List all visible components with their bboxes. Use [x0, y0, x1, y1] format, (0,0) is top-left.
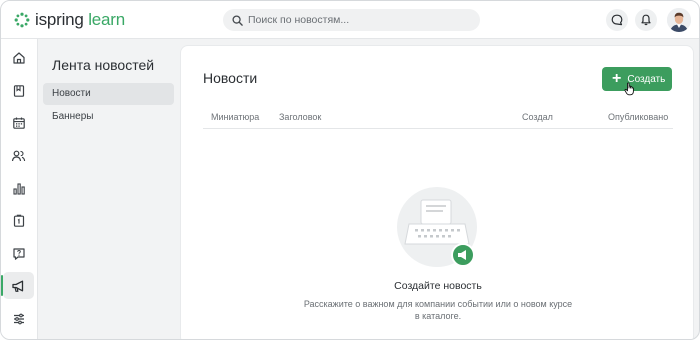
users-icon: [11, 150, 26, 161]
logo-text: ispring learn: [35, 10, 125, 30]
rail-help[interactable]: [3, 240, 34, 267]
empty-state-description: Расскажите о важном для компании событии…: [303, 299, 573, 321]
logo-text-ispring: ispring: [35, 10, 84, 29]
ispring-logo-icon: [14, 12, 30, 28]
rail-tasks[interactable]: [3, 207, 34, 234]
news-panel: Новости + Создать Миниатюра Заголовок Со…: [180, 45, 694, 339]
rail-calendar[interactable]: [3, 109, 34, 136]
icon-rail: [1, 39, 38, 339]
column-title[interactable]: Заголовок: [279, 112, 321, 122]
rail-reports[interactable]: [3, 175, 34, 202]
search-bar[interactable]: [223, 9, 480, 31]
app-window: ispring learn Поиск по новостям... Лента…: [0, 0, 700, 340]
page-title: Новости: [203, 70, 258, 86]
clipboard-icon: [13, 214, 24, 227]
hand-cursor-icon: [624, 82, 634, 96]
help-chat-icon: [12, 247, 25, 260]
column-thumbnail[interactable]: Миниатюра: [211, 112, 259, 122]
home-icon: [12, 51, 25, 64]
avatar-image: [667, 8, 691, 32]
section-sidebar: Лента новостей Новости Баннеры: [39, 39, 179, 339]
megaphone-icon: [12, 280, 24, 292]
empty-news-illustration: [397, 187, 477, 267]
search-icon: [232, 14, 243, 26]
bell-icon: [641, 14, 651, 26]
rail-settings[interactable]: [3, 305, 34, 332]
settings-sliders-icon: [13, 313, 24, 324]
empty-state-title: Создайте новость: [394, 280, 482, 292]
support-chat-button[interactable]: [606, 9, 628, 31]
chat-bubble-icon: [611, 14, 623, 26]
sidebar-item-banners[interactable]: Баннеры: [43, 106, 174, 128]
column-published[interactable]: Опубликовано: [608, 112, 668, 122]
bar-chart-icon: [12, 182, 25, 195]
rail-users[interactable]: [3, 142, 34, 169]
book-icon: [13, 84, 24, 97]
calendar-icon: [12, 117, 25, 129]
logo[interactable]: ispring learn: [14, 10, 125, 30]
rail-library[interactable]: [3, 77, 34, 104]
create-news-button[interactable]: + Создать: [602, 67, 672, 91]
rail-home[interactable]: [3, 44, 34, 71]
column-created-by[interactable]: Создал: [522, 112, 553, 122]
table-header: Миниатюра Заголовок Создал Опубликовано: [203, 110, 673, 129]
notifications-button[interactable]: [635, 9, 657, 31]
top-bar: ispring learn: [1, 1, 699, 39]
sidebar-title: Лента новостей: [52, 57, 155, 73]
logo-text-learn: learn: [88, 10, 126, 29]
rail-news[interactable]: [1, 272, 34, 299]
sidebar-item-news[interactable]: Новости: [43, 83, 174, 105]
plus-icon: +: [612, 70, 622, 87]
user-avatar[interactable]: [667, 8, 691, 32]
search-input[interactable]: [248, 14, 468, 26]
